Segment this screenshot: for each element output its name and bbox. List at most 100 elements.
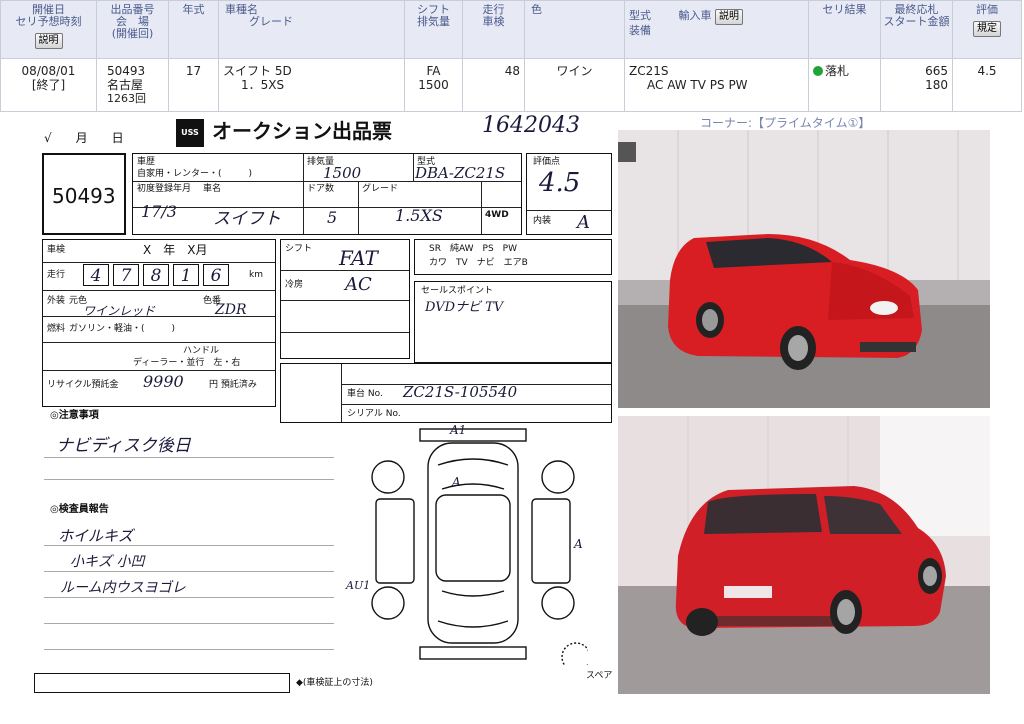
col-model-label: 車種名 <box>225 3 258 16</box>
import-info-button[interactable]: 説明 <box>715 9 743 25</box>
col-lot: 出品番号 会 場 (開催回) <box>97 1 169 59</box>
hand-doors: 5 <box>327 208 338 227</box>
date-info-button[interactable]: 説明 <box>34 33 63 49</box>
col-result-label: セリ結果 <box>822 3 867 16</box>
col-shift: シフト 排気量 <box>405 1 463 59</box>
car-damage-diagram <box>371 428 588 665</box>
notes-label: ◎注意事項 <box>50 410 99 421</box>
handle-label: ハンドル <box>183 346 220 356</box>
hand-score: 4.5 <box>539 168 581 198</box>
row-model: スイフト 5D <box>223 64 292 78</box>
car-photo-front[interactable] <box>618 130 990 408</box>
row-lot: 50493 <box>107 64 146 78</box>
rating-rules-button[interactable]: 規定 <box>973 21 1001 37</box>
car-photo-rear[interactable] <box>618 416 990 694</box>
row-final-bid: 665 <box>925 64 948 78</box>
hand-sales-point: DVDナビ TV <box>425 300 504 315</box>
col-color: 色 <box>525 1 625 59</box>
col-result: セリ結果 <box>809 1 881 59</box>
mileage-label: 走行 <box>47 270 66 280</box>
chassis-label: 車台 No. <box>347 389 383 399</box>
row-lot-cell: 50493 名古屋 1263回 <box>97 59 169 111</box>
vehicle-info-grid: 車歴 自家用・レンター・( ) 排気量 1500 型式 DBA-ZC21S 初度… <box>132 153 522 235</box>
row-type-code: ZC21S <box>629 64 669 78</box>
hand-color: ワインレッド <box>83 304 156 318</box>
row-displacement: 1500 <box>418 78 449 92</box>
hand-grade: 1.5XS <box>395 206 443 225</box>
mileage-digit: 6 <box>203 264 229 286</box>
recycle-label: リサイクル預託金 <box>47 380 119 390</box>
hand-shift: FAT <box>339 246 378 270</box>
sheet-top-number: 1642043 <box>482 113 580 138</box>
spare-label: スペア <box>586 671 613 681</box>
row-date: 08/08/01 <box>21 64 76 78</box>
inspection-label: 車検 <box>47 245 66 255</box>
col-rating-label: 評価 <box>976 3 998 16</box>
row-date-cell: 08/08/01 [終了] <box>1 59 97 111</box>
col-equipment-label: 装備 <box>629 24 651 37</box>
hand-interior: A <box>577 212 590 233</box>
car-history-options: 自家用・レンター・( ) <box>137 169 253 179</box>
row-venue: 名古屋 <box>107 78 144 92</box>
row-rating: 4.5 <box>977 64 997 78</box>
car-history-label: 車歴 <box>137 157 156 167</box>
lot-number-box: 50493 <box>42 153 126 235</box>
result-status-icon <box>813 66 823 76</box>
drive-label: 4WD <box>485 210 509 220</box>
row-result-cell: 落札 <box>809 59 881 111</box>
damage-mark-a1: A1 <box>450 423 467 437</box>
shift-label: シフト <box>285 244 313 254</box>
col-final-bid-label: 最終応札 <box>894 3 939 16</box>
row-grade: 1．5XS <box>241 78 285 92</box>
hand-inspector-line3: ルーム内ウスヨゴレ <box>60 580 186 596</box>
sales-point-label: セールスポイント <box>421 286 494 296</box>
mileage-digit: 4 <box>83 264 109 286</box>
col-year: 年式 <box>169 1 219 59</box>
score-label: 評価点 <box>533 157 561 167</box>
col-grade-label: グレード <box>249 15 293 28</box>
col-lot-label: 出品番号 <box>110 3 155 16</box>
col-year-label: 年式 <box>182 3 205 16</box>
row-equipment: AC AW TV PS PW <box>647 78 748 92</box>
hand-model-code: DBA-ZC21S <box>415 164 506 182</box>
sheet-title: オークション出品票 <box>212 119 392 143</box>
checkmark-icon: √ 月 日 <box>44 131 124 145</box>
hand-chassis: ZC21S-105540 <box>403 383 518 401</box>
col-mileage: 走行 車検 <box>463 1 525 59</box>
mileage-digit: 8 <box>143 264 169 286</box>
col-start-price-label: スタート金額 <box>883 15 950 28</box>
damage-mark-a2: A <box>452 475 461 489</box>
row-color-cell: ワイン <box>525 59 625 111</box>
col-color-label: 色 <box>531 3 542 16</box>
row-model-cell: スイフト 5D 1．5XS <box>219 59 405 111</box>
auction-listing-header: 開催日 セリ予想時刻 説明 出品番号 会 場 (開催回) 年式 車種名 グレード… <box>0 0 1022 112</box>
col-price: 最終応札 スタート金額 <box>881 1 953 59</box>
first-reg-label: 初度登録年月 <box>137 184 192 194</box>
hand-recycle: 9990 <box>143 372 184 391</box>
interior-label: 内装 <box>533 216 552 226</box>
recycle-unit: 円 預託済み <box>209 380 257 390</box>
col-displacement-label: 排気量 <box>417 15 450 28</box>
col-type-label: 型式 <box>629 9 651 22</box>
col-mileage-label: 走行 <box>482 3 505 16</box>
grade-label: グレード <box>362 184 399 194</box>
hand-first-reg: 17/3 <box>141 202 177 221</box>
auction-sheet-image: √ 月 日 USS オークション出品票 1642043 50493 車歴 自家用… <box>0 113 618 699</box>
hand-aircon: AC <box>345 274 372 295</box>
dimension-note: ◆(車検証上の寸法) <box>296 678 373 688</box>
row-price-cell: 665 180 <box>881 59 953 111</box>
col-rating: 評価 規定 <box>953 1 1021 59</box>
row-mileage-cell: 48 <box>463 59 525 111</box>
corner-label: コーナー:【プライムタイム①】 <box>700 116 871 130</box>
serial-label: シリアル No. <box>347 409 401 419</box>
hand-notes: ナビディスク後日 <box>56 436 191 456</box>
inspection-year-month: X 年 X月 <box>143 243 208 257</box>
col-date: 開催日 セリ予想時刻 説明 <box>1 1 97 59</box>
dimension-strip <box>34 673 290 693</box>
hand-car-name: スイフト <box>213 209 281 229</box>
aircon-label: 冷房 <box>285 280 304 290</box>
hand-color-code: ZDR <box>215 302 247 318</box>
fuel-options: ガソリン・軽油・( ) <box>69 324 176 334</box>
mileage-unit: km <box>249 270 263 280</box>
equipment-codes-row2: カワ TV ナビ エアB <box>429 258 528 268</box>
